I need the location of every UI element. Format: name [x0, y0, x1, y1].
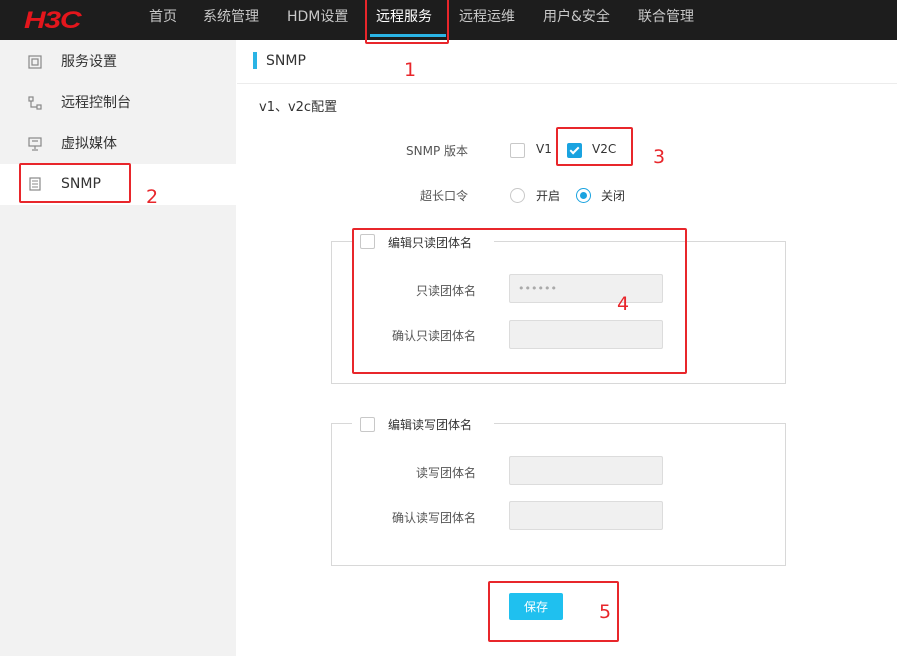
edit-readwrite-community-checkbox[interactable]	[360, 417, 375, 432]
annotation-number-2: 2	[146, 186, 159, 208]
page-title: SNMP	[266, 53, 306, 69]
title-accent-bar	[253, 52, 257, 69]
nav-item-remote-ops[interactable]: 远程运维	[459, 0, 515, 40]
snmp-version-label: SNMP 版本	[406, 144, 468, 158]
long-password-on-radio[interactable]	[510, 188, 525, 203]
radio-dot	[580, 192, 587, 199]
virtual-media-icon	[28, 137, 42, 151]
sidebar-item-label: 远程控制台	[61, 95, 131, 111]
sidebar-item-service-settings[interactable]: 服务设置	[0, 42, 236, 83]
sidebar-item-virtual-media[interactable]: 虚拟媒体	[0, 124, 236, 165]
edit-readwrite-community-label: 编辑读写团体名	[388, 418, 473, 432]
long-password-off-label: 关闭	[601, 189, 626, 203]
header-divider	[237, 83, 897, 84]
annotation-box-1	[365, 0, 449, 44]
nav-item-user-security[interactable]: 用户&安全	[543, 0, 610, 40]
long-password-label: 超长口令	[419, 189, 468, 203]
remote-console-icon	[28, 96, 42, 110]
service-settings-icon	[28, 55, 42, 69]
long-password-on-label: 开启	[536, 189, 561, 203]
nav-item-system-management[interactable]: 系统管理	[203, 0, 259, 40]
nav-item-hdm-settings[interactable]: HDM设置	[287, 0, 348, 40]
confirm-readwrite-community-label: 确认读写团体名	[391, 511, 476, 525]
annotation-box-3	[556, 127, 633, 166]
sidebar-item-label: 服务设置	[61, 54, 117, 70]
annotation-number-1: 1	[404, 59, 417, 81]
h3c-logo[interactable]: H3C	[24, 7, 82, 35]
sidebar: 服务设置 远程控制台 虚拟媒体 SNMP	[0, 40, 236, 656]
readwrite-community-name-label: 读写团体名	[415, 466, 476, 480]
sidebar-item-label: 虚拟媒体	[61, 136, 117, 152]
section-title: v1、v2c配置	[259, 100, 338, 115]
v1-label: V1	[536, 142, 552, 156]
readwrite-community-group	[331, 423, 786, 566]
annotation-number-3: 3	[653, 146, 666, 168]
readwrite-community-name-input[interactable]	[509, 456, 663, 485]
confirm-readwrite-community-input[interactable]	[509, 501, 663, 530]
annotation-number-4: 4	[617, 293, 630, 315]
v1-checkbox[interactable]	[510, 143, 525, 158]
long-password-off-radio[interactable]	[576, 188, 591, 203]
annotation-box-4	[352, 228, 687, 374]
nav-item-home[interactable]: 首页	[149, 0, 177, 40]
annotation-box-2	[19, 163, 131, 203]
annotation-number-5: 5	[599, 601, 612, 623]
sidebar-item-remote-console[interactable]: 远程控制台	[0, 83, 236, 124]
nav-item-federation-management[interactable]: 联合管理	[638, 0, 694, 40]
